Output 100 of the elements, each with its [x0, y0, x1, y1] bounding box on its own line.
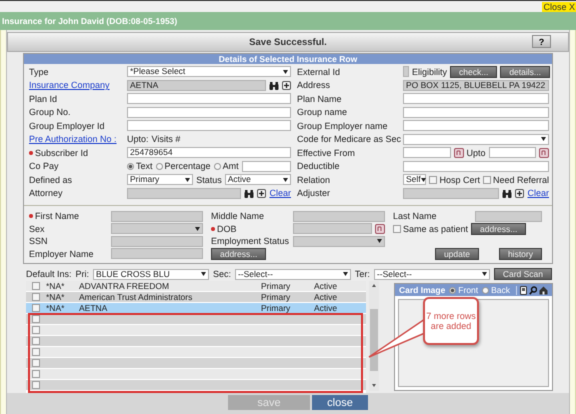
- text-field[interactable]: [403, 147, 450, 158]
- action-button[interactable]: details...: [500, 66, 550, 78]
- text-field[interactable]: [403, 106, 549, 118]
- checkbox[interactable]: [32, 326, 40, 334]
- calendar-icon[interactable]: [539, 148, 550, 158]
- field-label: Employer Name: [29, 248, 95, 259]
- radio-button[interactable]: [482, 286, 490, 294]
- text-field[interactable]: [403, 66, 409, 78]
- field-link[interactable]: Pre Authorization No :: [29, 134, 121, 144]
- radio-label[interactable]: Text: [136, 161, 153, 172]
- text-field[interactable]: [127, 106, 291, 118]
- action-button[interactable]: address...: [471, 222, 526, 235]
- checkbox[interactable]: [429, 176, 438, 184]
- checkbox[interactable]: [32, 370, 40, 378]
- table-row[interactable]: [26, 314, 366, 325]
- close-link[interactable]: Close X: [542, 2, 576, 12]
- dropdown[interactable]: --Select--: [234, 268, 351, 280]
- card-icon[interactable]: [520, 286, 527, 294]
- checkbox[interactable]: [32, 282, 40, 290]
- field-label: Group Employer name: [297, 120, 389, 131]
- text-field[interactable]: [127, 120, 291, 132]
- field-label: Group name: [297, 107, 348, 118]
- radio-button[interactable]: [214, 162, 221, 170]
- text-field[interactable]: [403, 188, 500, 199]
- home-icon[interactable]: [539, 286, 548, 294]
- text-field[interactable]: 254789654: [127, 147, 291, 158]
- text-field[interactable]: [127, 93, 291, 104]
- clear-link[interactable]: Clear: [269, 188, 291, 198]
- calendar-icon[interactable]: [375, 224, 385, 234]
- field-label: Effective From: [297, 148, 356, 158]
- text-field[interactable]: AETNA: [127, 80, 266, 91]
- caret-icon: [200, 272, 206, 276]
- plus-icon[interactable]: [515, 188, 524, 198]
- text-field[interactable]: [111, 248, 203, 260]
- table-cell-text: Primary: [261, 303, 292, 313]
- dropdown[interactable]: --Select--: [374, 268, 490, 280]
- plus-icon[interactable]: [257, 188, 266, 198]
- checkbox[interactable]: [32, 381, 40, 389]
- caret-icon: [283, 178, 288, 182]
- text-field[interactable]: [111, 210, 203, 222]
- text-field[interactable]: [293, 223, 372, 234]
- dropdown[interactable]: Primary: [127, 174, 194, 186]
- field-label: DOB: [217, 224, 237, 234]
- dropdown[interactable]: BLUE CROSS BLU: [93, 268, 209, 280]
- binoculars-icon[interactable]: [502, 188, 512, 198]
- caret-icon: [377, 239, 382, 244]
- action-button[interactable]: update: [434, 248, 479, 260]
- checkbox[interactable]: [32, 315, 40, 323]
- checkbox[interactable]: [32, 293, 40, 301]
- help-button[interactable]: ?: [532, 35, 551, 48]
- field-label: Visits #: [152, 134, 180, 144]
- text-field[interactable]: [403, 160, 549, 172]
- field-label: Attorney: [29, 188, 64, 198]
- binoculars-icon[interactable]: [244, 188, 254, 198]
- radio-label[interactable]: Amt: [222, 161, 239, 172]
- table-row[interactable]: *NA* AETNA Primary Active: [26, 303, 366, 314]
- radio-button[interactable]: [127, 162, 134, 170]
- checkbox[interactable]: [32, 337, 40, 345]
- dropdown[interactable]: [403, 134, 549, 145]
- text-field[interactable]: [242, 160, 291, 172]
- checkbox[interactable]: [32, 348, 40, 356]
- section-header: Details of Selected Insurance Row: [24, 54, 552, 64]
- text-field[interactable]: [403, 93, 549, 104]
- table-row[interactable]: *NA* American Trust Administrators Primary Active: [26, 292, 366, 303]
- checkbox[interactable]: [32, 304, 40, 312]
- text-field[interactable]: PO BOX 1125, BLUEBELL PA 19422: [403, 80, 549, 91]
- field-link[interactable]: Insurance Company: [29, 80, 121, 90]
- table-cell-text: Primary: [261, 292, 292, 302]
- window-title: Insurance for John David (DOB:08-05-1953): [2, 16, 178, 26]
- footer-button[interactable]: close: [312, 395, 368, 410]
- field-label: Sec:: [212, 269, 231, 279]
- table-cell-text: Active: [314, 303, 338, 313]
- card-scan-button[interactable]: Card Scan: [494, 268, 552, 280]
- checkbox[interactable]: [32, 359, 40, 367]
- text-field[interactable]: [111, 236, 203, 247]
- action-button[interactable]: check...: [450, 66, 498, 78]
- plus-icon[interactable]: [282, 80, 291, 90]
- action-button[interactable]: history: [498, 248, 542, 260]
- dropdown[interactable]: Self: [403, 174, 426, 186]
- search-icon[interactable]: [529, 286, 537, 294]
- dropdown[interactable]: Active: [224, 174, 292, 186]
- table-row[interactable]: *NA* ADVANTRA FREEDOM Primary Active: [26, 281, 366, 292]
- text-field[interactable]: [293, 210, 385, 222]
- text-field[interactable]: [127, 188, 242, 199]
- radio-button[interactable]: [449, 286, 456, 294]
- checkbox[interactable]: [393, 224, 401, 233]
- checkbox[interactable]: [482, 176, 491, 184]
- action-button[interactable]: address...: [211, 248, 266, 260]
- radio-label[interactable]: Percentage: [164, 161, 211, 172]
- dropdown[interactable]: [111, 223, 203, 234]
- dropdown[interactable]: *Please Select: [127, 66, 291, 78]
- radio-button[interactable]: [156, 162, 163, 170]
- field-label: Default Ins:: [26, 269, 72, 279]
- text-field[interactable]: [475, 210, 542, 222]
- clear-link[interactable]: Clear: [527, 188, 549, 198]
- text-field[interactable]: [403, 120, 549, 132]
- text-field[interactable]: [488, 147, 536, 158]
- binoculars-icon[interactable]: [269, 80, 279, 90]
- calendar-icon[interactable]: [454, 148, 464, 158]
- caret-icon: [342, 272, 348, 276]
